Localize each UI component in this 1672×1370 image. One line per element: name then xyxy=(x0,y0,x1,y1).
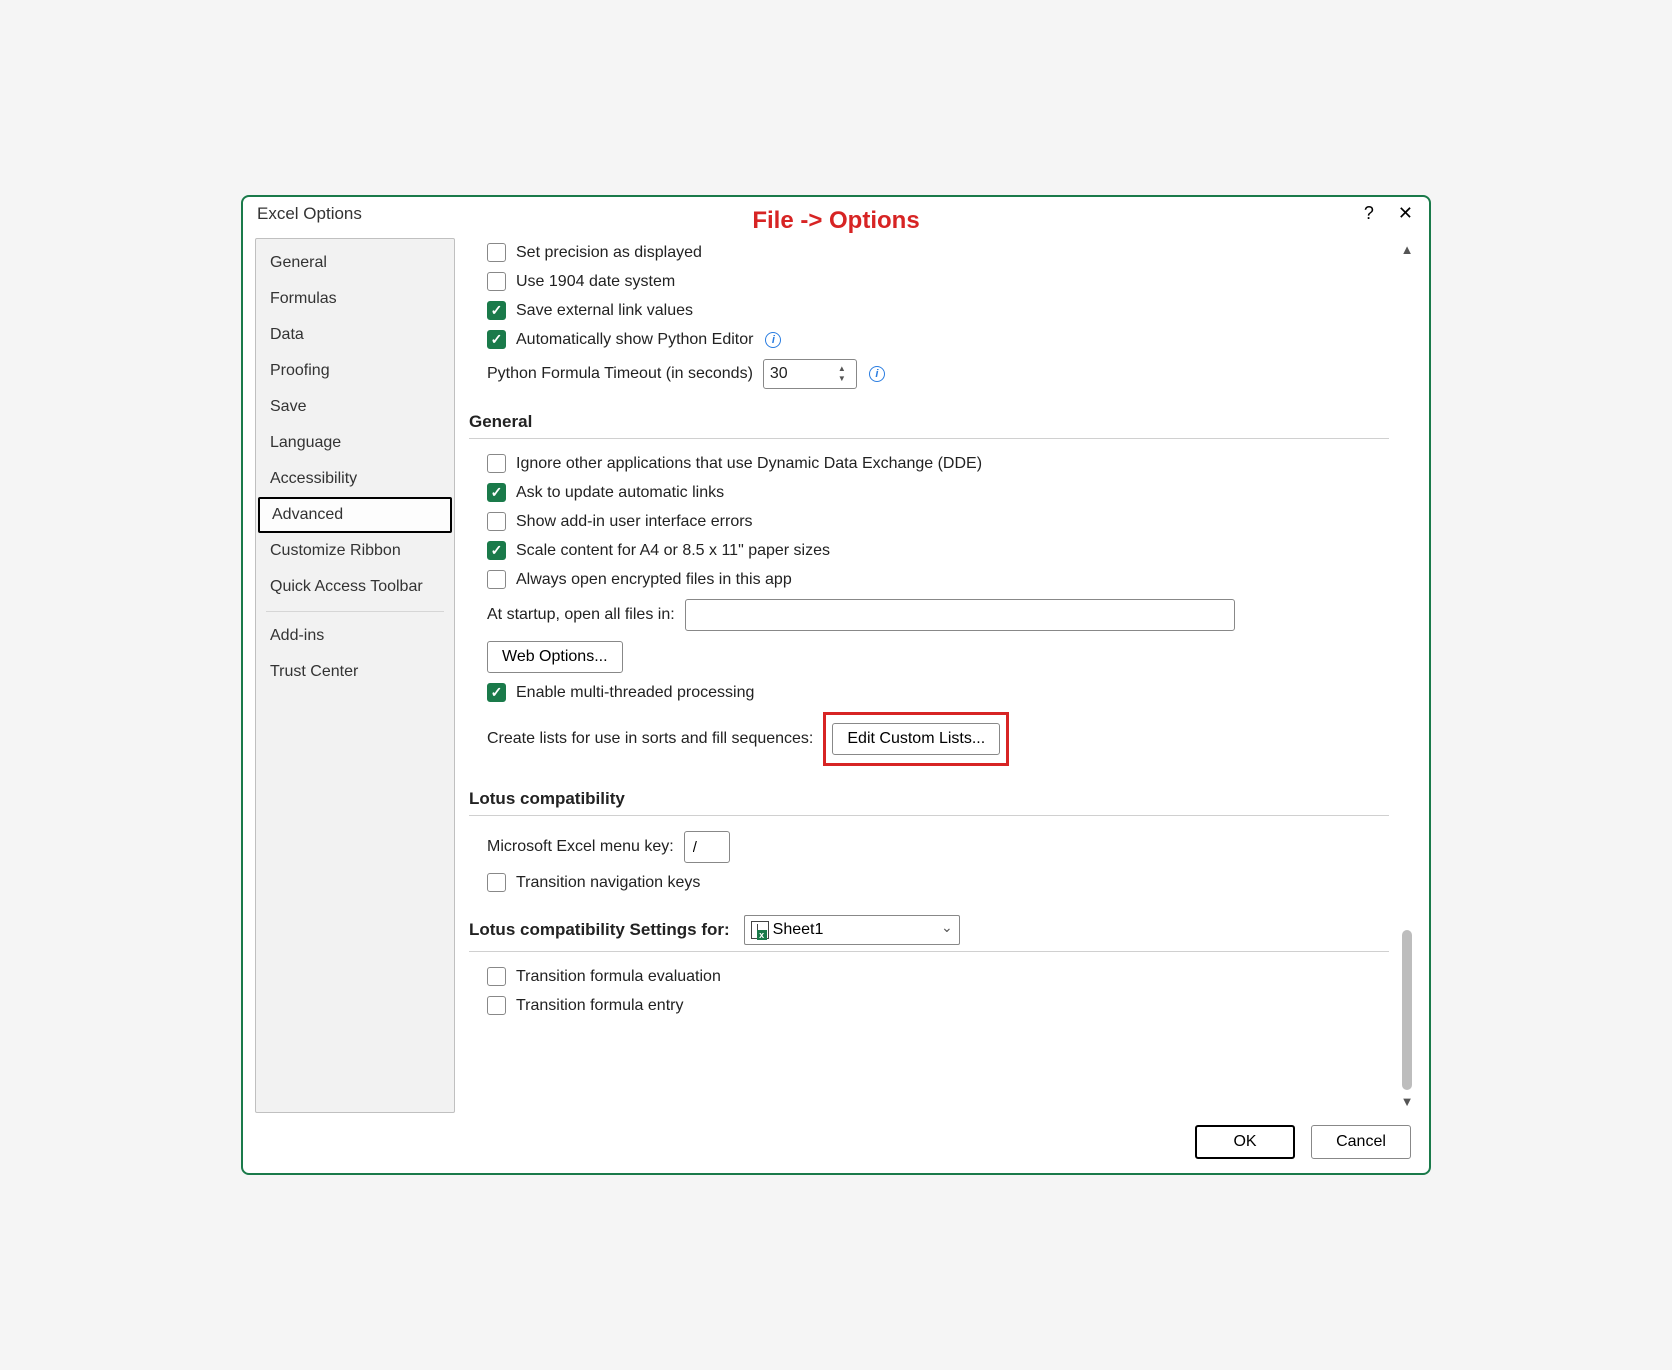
sidebar-item-proofing[interactable]: Proofing xyxy=(256,353,454,389)
ignore-dde-checkbox[interactable] xyxy=(487,454,506,473)
lotus-sheet-select[interactable]: Sheet1 xyxy=(744,915,960,945)
annotation-highlight: Edit Custom Lists... xyxy=(823,712,1009,766)
formula-entry-checkbox[interactable] xyxy=(487,996,506,1015)
sidebar-item-accessibility[interactable]: Accessibility xyxy=(256,461,454,497)
titlebar: Excel Options File -> Options ? ✕ xyxy=(243,197,1429,228)
sidebar-separator xyxy=(266,611,444,612)
date1904-checkbox[interactable] xyxy=(487,272,506,291)
excel-options-dialog: Excel Options File -> Options ? ✕ Genera… xyxy=(241,195,1431,1175)
scale-content-checkbox[interactable] xyxy=(487,541,506,560)
help-icon[interactable]: ? xyxy=(1364,203,1374,224)
section-rule xyxy=(469,951,1389,952)
sidebar-item-save[interactable]: Save xyxy=(256,389,454,425)
menu-key-input[interactable] xyxy=(684,831,730,863)
scroll-up-icon[interactable]: ▲ xyxy=(1401,238,1414,261)
sidebar-item-addins[interactable]: Add-ins xyxy=(256,618,454,654)
always-encrypted-checkbox[interactable] xyxy=(487,570,506,589)
spinner-up-icon[interactable]: ▲ xyxy=(838,364,852,374)
python-editor-checkbox[interactable] xyxy=(487,330,506,349)
section-rule xyxy=(469,438,1389,439)
section-rule xyxy=(469,815,1389,816)
annotation-overlay: File -> Options xyxy=(752,207,919,235)
formula-eval-checkbox[interactable] xyxy=(487,967,506,986)
python-timeout-label: Python Formula Timeout (in seconds) xyxy=(487,365,753,383)
cancel-button[interactable]: Cancel xyxy=(1311,1125,1411,1159)
startup-input[interactable] xyxy=(685,599,1235,631)
ignore-dde-label: Ignore other applications that use Dynam… xyxy=(516,455,982,473)
always-encrypted-label: Always open encrypted files in this app xyxy=(516,571,792,589)
lotus-settings-heading: Lotus compatibility Settings for: xyxy=(469,920,730,940)
sidebar-item-quick-access[interactable]: Quick Access Toolbar xyxy=(256,569,454,605)
python-timeout-input[interactable]: 30 ▲ ▼ xyxy=(763,359,857,389)
scale-content-label: Scale content for A4 or 8.5 x 11" paper … xyxy=(516,542,830,560)
python-editor-label: Automatically show Python Editor xyxy=(516,331,753,349)
transition-nav-checkbox[interactable] xyxy=(487,873,506,892)
dialog-footer: OK Cancel xyxy=(243,1113,1429,1173)
sidebar-item-trust-center[interactable]: Trust Center xyxy=(256,654,454,690)
sidebar-item-advanced[interactable]: Advanced xyxy=(258,497,452,533)
scroll-thumb[interactable] xyxy=(1402,930,1412,1090)
edit-custom-lists-button[interactable]: Edit Custom Lists... xyxy=(832,723,1000,755)
python-timeout-value: 30 xyxy=(770,365,788,383)
info-icon[interactable]: i xyxy=(869,366,885,382)
ask-update-checkbox[interactable] xyxy=(487,483,506,502)
scroll-down-icon[interactable]: ▼ xyxy=(1401,1090,1414,1113)
multithread-checkbox[interactable] xyxy=(487,683,506,702)
lotus-sheet-value: Sheet1 xyxy=(773,921,824,939)
close-icon[interactable]: ✕ xyxy=(1398,203,1413,224)
sidebar: General Formulas Data Proofing Save Lang… xyxy=(255,238,455,1113)
sidebar-item-formulas[interactable]: Formulas xyxy=(256,281,454,317)
precision-checkbox[interactable] xyxy=(487,243,506,262)
show-addin-errors-label: Show add-in user interface errors xyxy=(516,513,753,531)
transition-nav-label: Transition navigation keys xyxy=(516,874,700,892)
date1904-label: Use 1904 date system xyxy=(516,273,675,291)
worksheet-icon xyxy=(751,921,769,939)
save-external-label: Save external link values xyxy=(516,302,693,320)
spinner-down-icon[interactable]: ▼ xyxy=(838,374,852,384)
formula-entry-label: Transition formula entry xyxy=(516,997,683,1015)
multithread-label: Enable multi-threaded processing xyxy=(516,684,754,702)
show-addin-errors-checkbox[interactable] xyxy=(487,512,506,531)
save-external-checkbox[interactable] xyxy=(487,301,506,320)
web-options-button[interactable]: Web Options... xyxy=(487,641,623,673)
sidebar-item-general[interactable]: General xyxy=(256,245,454,281)
content-pane: Set precision as displayed Use 1904 date… xyxy=(469,238,1395,1113)
info-icon[interactable]: i xyxy=(765,332,781,348)
scroll-track[interactable] xyxy=(1397,261,1417,1090)
startup-label: At startup, open all files in: xyxy=(487,606,675,624)
precision-label: Set precision as displayed xyxy=(516,244,702,262)
ok-button[interactable]: OK xyxy=(1195,1125,1295,1159)
menu-key-label: Microsoft Excel menu key: xyxy=(487,838,674,856)
window-title: Excel Options xyxy=(257,204,362,224)
formula-eval-label: Transition formula evaluation xyxy=(516,968,721,986)
lotus-heading: Lotus compatibility xyxy=(469,789,1389,809)
general-heading: General xyxy=(469,412,1389,432)
create-lists-label: Create lists for use in sorts and fill s… xyxy=(487,730,813,748)
scrollbar[interactable]: ▲ ▼ xyxy=(1397,238,1417,1113)
sidebar-item-data[interactable]: Data xyxy=(256,317,454,353)
sidebar-item-customize-ribbon[interactable]: Customize Ribbon xyxy=(256,533,454,569)
ask-update-label: Ask to update automatic links xyxy=(516,484,724,502)
sidebar-item-language[interactable]: Language xyxy=(256,425,454,461)
